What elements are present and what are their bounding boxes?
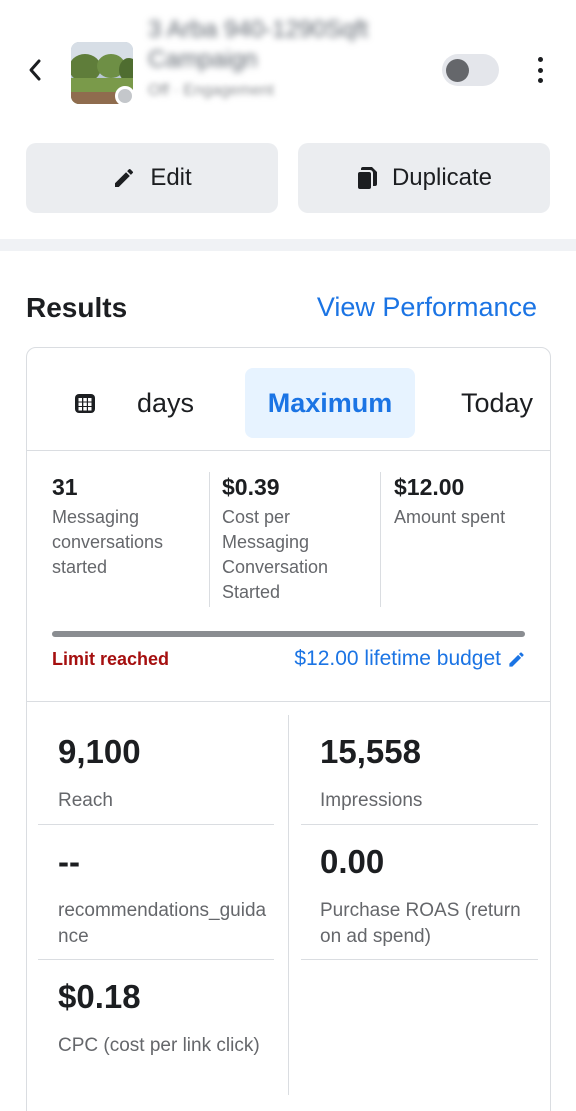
metric-impressions[interactable]: 15,558 Impressions: [320, 732, 535, 814]
more-vertical-icon: [537, 57, 543, 62]
tab-maximum-label: Maximum: [267, 387, 393, 418]
metric-recommendations[interactable]: -- recommendations_guidance: [58, 842, 273, 950]
metric-value: 31: [52, 474, 78, 500]
edit-button[interactable]: Edit: [26, 143, 278, 213]
campaign-header: 3 Arba 940-1290Sqft Campaign Off · Engag…: [0, 0, 576, 130]
metric-value: $0.18: [58, 978, 141, 1015]
metric-value: 15,558: [320, 733, 421, 770]
duplicate-button[interactable]: Duplicate: [298, 143, 550, 213]
metric-value: --: [58, 843, 80, 880]
campaign-toggle[interactable]: [442, 54, 499, 86]
edit-label: Edit: [150, 164, 192, 191]
more-options-button[interactable]: [528, 54, 552, 86]
metric-label: Amount spent: [394, 507, 506, 527]
tab-today[interactable]: Today: [461, 368, 533, 438]
metric-reach[interactable]: 9,100 Reach: [58, 732, 273, 814]
date-range-tabs: days Maximum Today: [27, 348, 550, 451]
duplicate-label: Duplicate: [391, 164, 493, 191]
metric-divider: [380, 472, 381, 607]
tab-days-label: days: [137, 387, 195, 418]
grid-divider: [38, 959, 274, 960]
results-card: days Maximum Today 31 Messaging conversa…: [26, 347, 551, 1111]
results-title: Results: [26, 292, 128, 323]
summary-metric-cost[interactable]: $0.39 Cost per Messaging Conversation St…: [222, 472, 372, 605]
lifetime-budget-link[interactable]: $12.00 lifetime budget: [294, 647, 526, 671]
budget-progress-fill: [52, 631, 525, 637]
metric-value: 9,100: [58, 733, 141, 770]
grid-divider: [301, 959, 538, 960]
metric-value: 0.00: [320, 843, 385, 880]
campaign-title: 3 Arba 940-1290Sqft Campaign: [148, 16, 369, 73]
summary-metric-conversations[interactable]: 31 Messaging conversations started: [52, 472, 202, 580]
limit-reached-label: Limit reached: [52, 649, 170, 669]
copy-icon: [357, 167, 377, 189]
tab-today-label: Today: [461, 387, 534, 418]
metric-purchase-roas[interactable]: 0.00 Purchase ROAS (return on ad spend): [320, 842, 535, 950]
section-divider: [0, 239, 576, 251]
tab-days[interactable]: days: [73, 368, 194, 438]
metric-divider: [209, 472, 210, 607]
metric-label: Messaging conversations started: [52, 507, 164, 577]
tab-maximum[interactable]: Maximum: [245, 368, 415, 438]
metric-value: $12.00: [394, 474, 465, 500]
grid-divider: [301, 824, 538, 825]
metric-label: Purchase ROAS (return on ad spend): [320, 900, 521, 947]
campaign-subtitle: Off · Engagement: [148, 82, 274, 99]
metric-label: CPC (cost per link click): [58, 1035, 260, 1056]
metric-value: $0.39: [222, 474, 280, 500]
status-dot: [115, 86, 135, 106]
metric-label: recommendations_guidance: [58, 900, 267, 947]
budget-progress-bar: [52, 631, 525, 637]
calendar-icon: [75, 394, 95, 413]
metric-label: Cost per Messaging Conversation Started: [222, 507, 329, 602]
pencil-icon: [115, 168, 134, 187]
metric-cpc[interactable]: $0.18 CPC (cost per link click): [58, 977, 273, 1059]
metric-label: Impressions: [320, 790, 423, 811]
edit-pencil-icon: [509, 651, 524, 667]
grid-divider: [38, 824, 274, 825]
grid-divider-vertical: [288, 715, 289, 1095]
toggle-knob: [446, 59, 469, 82]
back-button[interactable]: [22, 55, 48, 85]
metrics-grid: 9,100 Reach 15,558 Impressions -- recomm…: [27, 702, 550, 1102]
back-arrow-icon: [29, 59, 41, 81]
summary-metric-spent[interactable]: $12.00 Amount spent: [394, 472, 544, 530]
metric-label: Reach: [58, 790, 113, 811]
summary-metrics: 31 Messaging conversations started $0.39…: [27, 452, 550, 612]
view-performance-link[interactable]: View Performance: [317, 292, 537, 323]
lifetime-budget-label: $12.00 lifetime budget: [294, 647, 501, 670]
